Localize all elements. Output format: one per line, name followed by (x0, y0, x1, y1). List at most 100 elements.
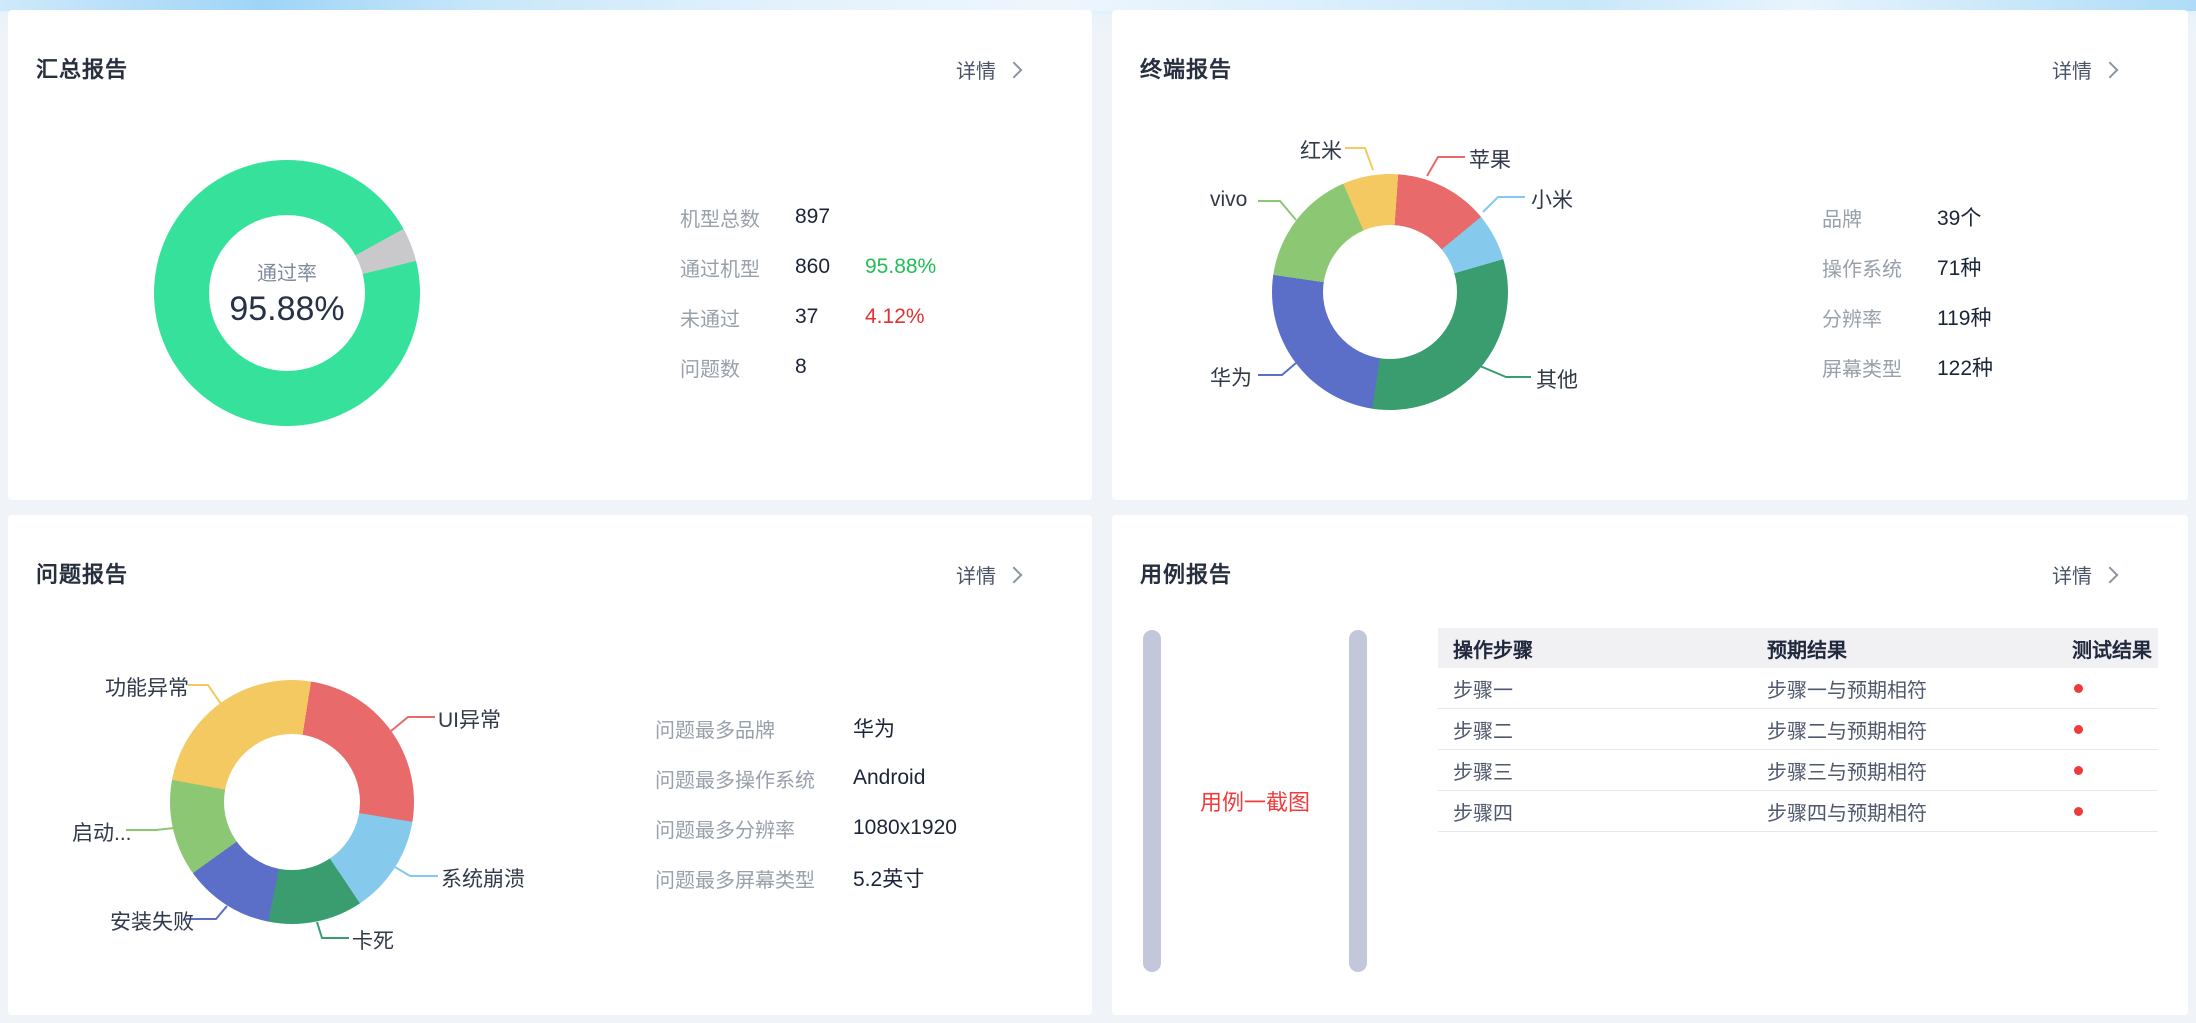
stat-row: 问题最多操作系统 Android (655, 753, 957, 803)
cell-expected: 步骤一与预期相符 (1767, 674, 1998, 703)
donut-center: 通过率 95.88% (209, 215, 366, 372)
pass-rate-donut-chart: 通过率 95.88% (154, 160, 420, 426)
terminal-stats: 品牌 39个 操作系统 71种 分辨率 119种 屏幕类型 122种 (1822, 192, 2007, 392)
donut-leader-lines (1112, 10, 2188, 500)
issue-report-card: 问题报告 详情 功能异常 UI异常 启动... 系统崩溃 安装失败 卡死 问题最… (8, 515, 1092, 1015)
cell-expected: 步骤二与预期相符 (1767, 715, 1998, 744)
stat-label: 品牌 (1822, 203, 1937, 232)
stat-value: 71种 (1937, 252, 2007, 282)
issue-type-donut-chart (170, 680, 414, 924)
slice-label-freeze: 卡死 (352, 925, 394, 955)
slice-label-xiaomi: 小米 (1531, 184, 1573, 214)
chevron-right-icon (1006, 567, 1023, 584)
stat-value: 122种 (1937, 352, 2007, 382)
stat-label: 操作系统 (1822, 253, 1937, 282)
table-row: 步骤一 步骤一与预期相符 (1438, 668, 2158, 709)
stat-label: 通过机型 (680, 253, 795, 282)
stat-label: 分辨率 (1822, 303, 1937, 332)
stat-label: 屏幕类型 (1822, 353, 1937, 382)
column-header-result: 测试结果 (1998, 634, 2158, 663)
case-steps-table: 操作步骤 预期结果 测试结果 步骤一 步骤一与预期相符 步骤二 步骤二与预期相符… (1438, 628, 2158, 832)
table-row: 步骤四 步骤四与预期相符 (1438, 791, 2158, 832)
detail-link-label: 详情 (956, 560, 996, 589)
chevron-right-icon (2102, 62, 2119, 79)
stat-label: 问题最多操作系统 (655, 764, 853, 793)
detail-link-label: 详情 (2052, 55, 2092, 84)
result-status-dot (2074, 684, 2083, 693)
slice-label-vivo: vivo (1210, 188, 1247, 212)
issue-stats: 问题最多品牌 华为 问题最多操作系统 Android 问题最多分辨率 1080x… (655, 703, 957, 903)
stat-label: 机型总数 (680, 203, 795, 232)
phone-frame-left-bar (1143, 630, 1161, 972)
case-screenshot-label: 用例一截图 (1161, 630, 1349, 972)
stat-value: 37 (795, 305, 865, 329)
stat-label: 问题最多屏幕类型 (655, 864, 853, 893)
chevron-right-icon (2102, 567, 2119, 584)
detail-link[interactable]: 详情 (956, 55, 1020, 84)
stat-label: 问题最多分辨率 (655, 814, 853, 843)
phone-frame-right-bar (1349, 630, 1367, 972)
detail-link-label: 详情 (956, 55, 996, 84)
stat-value: 8 (795, 355, 865, 379)
column-header-expected: 预期结果 (1767, 634, 1998, 663)
usecase-report-card: 用例报告 详情 用例一截图 操作步骤 预期结果 测试结果 步骤一 步骤一与预期相… (1112, 515, 2188, 1015)
stat-row: 未通过 37 4.12% (680, 292, 936, 342)
detail-link[interactable]: 详情 (2052, 55, 2116, 84)
result-status-dot (2074, 725, 2083, 734)
chevron-right-icon (1006, 62, 1023, 79)
slice-label-install-failed: 安装失败 (110, 906, 194, 936)
slice-label-redmi: 红米 (1300, 135, 1342, 165)
terminal-report-card: 终端报告 详情 红米 苹果 小米 vivo 华为 其他 品牌 39个 (1112, 10, 2188, 500)
donut-center (1323, 225, 1458, 360)
card-title: 问题报告 (36, 557, 128, 589)
slice-label-startup: 启动... (72, 817, 132, 847)
summary-stats: 机型总数 897 通过机型 860 95.88% 未通过 37 4.12% 问题… (680, 192, 936, 392)
stat-label: 未通过 (680, 303, 795, 332)
result-status-dot (2074, 807, 2083, 816)
stat-row: 通过机型 860 95.88% (680, 242, 936, 292)
stat-value: 119种 (1937, 302, 2007, 332)
result-status-dot (2074, 766, 2083, 775)
summary-report-card: 汇总报告 详情 通过率 95.88% 机型总数 897 通过机型 860 95.… (8, 10, 1092, 500)
stat-row: 机型总数 897 (680, 192, 936, 242)
slice-label-apple: 苹果 (1469, 144, 1511, 174)
stat-value: Android (853, 766, 925, 790)
stat-label: 问题最多品牌 (655, 714, 853, 743)
donut-center-label: 通过率 (257, 257, 317, 286)
detail-link[interactable]: 详情 (2052, 560, 2116, 589)
stat-row: 问题最多屏幕类型 5.2英寸 (655, 853, 957, 903)
dashboard: 汇总报告 详情 通过率 95.88% 机型总数 897 通过机型 860 95.… (0, 0, 2196, 1023)
column-header-step: 操作步骤 (1438, 634, 1767, 663)
stat-row: 操作系统 71种 (1822, 242, 2007, 292)
stat-row: 品牌 39个 (1822, 192, 2007, 242)
detail-link-label: 详情 (2052, 560, 2092, 589)
cell-step: 步骤一 (1438, 674, 1767, 703)
donut-center (224, 734, 361, 871)
cell-step: 步骤二 (1438, 715, 1767, 744)
cell-step: 步骤三 (1438, 756, 1767, 785)
stat-row: 问题数 8 (680, 342, 936, 392)
card-title: 终端报告 (1140, 52, 1232, 84)
table-row: 步骤三 步骤三与预期相符 (1438, 750, 2158, 791)
stat-label: 问题数 (680, 353, 795, 382)
stat-percent: 4.12% (865, 305, 925, 329)
card-title: 用例报告 (1140, 557, 1232, 589)
slice-label-ui-abnormal: UI异常 (438, 704, 501, 734)
stat-value: 39个 (1937, 202, 2007, 232)
detail-link[interactable]: 详情 (956, 560, 1020, 589)
stat-row: 屏幕类型 122种 (1822, 342, 2007, 392)
stat-row: 分辨率 119种 (1822, 292, 2007, 342)
donut-center-value: 95.88% (229, 290, 344, 329)
slice-label-huawei: 华为 (1210, 362, 1252, 392)
cell-expected: 步骤三与预期相符 (1767, 756, 1998, 785)
card-title: 汇总报告 (36, 52, 128, 84)
brand-donut-chart (1272, 174, 1508, 410)
stat-row: 问题最多品牌 华为 (655, 703, 957, 753)
case-screenshot-placeholder: 用例一截图 (1143, 630, 1367, 972)
table-header-row: 操作步骤 预期结果 测试结果 (1438, 628, 2158, 668)
stat-value: 860 (795, 255, 865, 279)
slice-label-system-crash: 系统崩溃 (441, 863, 525, 893)
stat-value: 897 (795, 205, 865, 229)
stat-row: 问题最多分辨率 1080x1920 (655, 803, 957, 853)
table-row: 步骤二 步骤二与预期相符 (1438, 709, 2158, 750)
